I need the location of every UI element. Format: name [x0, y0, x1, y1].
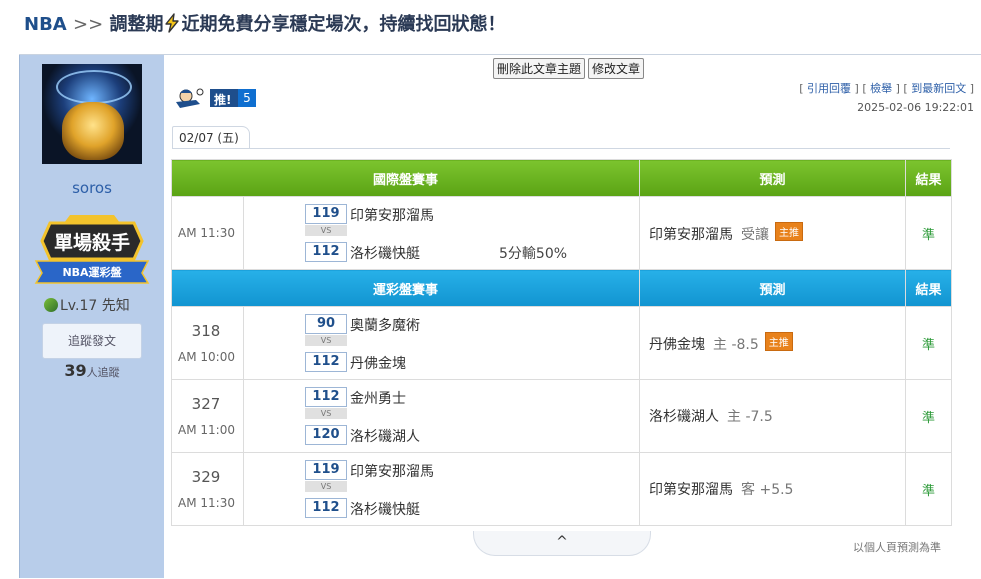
score-home: 112: [305, 498, 347, 518]
team-home: 洛杉磯快艇: [350, 246, 420, 262]
pick-team: 印第安那溜馬: [649, 227, 734, 243]
result: 準: [905, 306, 953, 380]
user-level: Lv.17 先知: [44, 295, 130, 315]
score-home: 112: [305, 242, 347, 262]
team-away: 印第安那溜馬: [350, 208, 434, 224]
table-row: AM 11:30 119 VS 112 印第安那溜馬 洛杉磯快艇 5分輸50% …: [171, 196, 953, 270]
followers-count: 39人追蹤: [64, 361, 120, 380]
score-away: 119: [305, 204, 347, 224]
author-sidebar: soros 單場殺手 NBA運彩盤 Lv.17 先知 追蹤發文 39人追蹤: [19, 55, 164, 578]
rank-badge: 單場殺手 NBA運彩盤: [34, 215, 150, 284]
push-widget[interactable]: 推! 5: [174, 86, 260, 112]
avatar[interactable]: [42, 64, 142, 164]
intl-header-result: 結果: [905, 159, 953, 197]
result: 準: [905, 452, 953, 526]
team-away: 金州勇士: [350, 391, 406, 407]
lightning-icon: [165, 13, 180, 33]
sport-header-pred: 預測: [639, 269, 907, 307]
sport-header-event: 運彩盤賽事: [170, 269, 641, 307]
score-home: 112: [305, 352, 347, 372]
score-away: 90: [305, 314, 347, 334]
tab-date[interactable]: 02/07 (五): [172, 126, 250, 149]
table-row: 329 AM 11:30 119 VS 112 印第安那溜馬 洛杉磯快艇 印第安那…: [171, 452, 953, 526]
sport-header-row: 運彩盤賽事 預測 結果: [170, 269, 953, 307]
pick-team: 印第安那溜馬: [649, 482, 734, 498]
title-text-pre: 調整期: [109, 14, 164, 35]
table-row: 318 AM 10:00 90 VS 112 奧蘭多魔術 丹佛金塊 丹佛金塊主 -…: [171, 306, 953, 380]
result: 準: [905, 379, 953, 453]
post-links: [ 引用回覆 ] [ 檢舉 ] [ 到最新回文 ]: [799, 82, 974, 95]
chevron-up-icon: ^: [556, 534, 568, 550]
title-text-post: 近期免費分享穩定場次，持續找回狀態！: [181, 14, 506, 35]
pick-team: 丹佛金塊: [649, 337, 706, 353]
team-away: 印第安那溜馬: [350, 464, 434, 480]
push-count: 5: [238, 89, 256, 107]
post-actions: 刪除此文章主題 修改文章: [493, 58, 647, 79]
ball-icon: [44, 298, 58, 312]
post-datetime: 2025-02-06 19:22:01: [857, 101, 974, 114]
league-link[interactable]: NBA: [24, 14, 67, 35]
team-home: 洛杉磯快艇: [350, 502, 420, 518]
main-pick-badge: 主推: [764, 332, 793, 351]
collapse-button[interactable]: ^: [473, 531, 651, 556]
report-link[interactable]: 檢舉: [870, 82, 892, 95]
delete-topic-button[interactable]: 刪除此文章主題: [493, 58, 586, 79]
mascot-icon: [176, 88, 204, 108]
badge-main-text: 單場殺手: [54, 231, 130, 254]
score-away: 119: [305, 460, 347, 480]
quote-link[interactable]: 引用回覆: [807, 82, 851, 95]
push-label: 推!: [214, 93, 232, 107]
result: 準: [905, 196, 953, 270]
score-away: 112: [305, 387, 347, 407]
predictions-table: 國際盤賽事 預測 結果 AM 11:30 119 VS 112 印第安那溜馬 洛…: [170, 159, 953, 526]
team-away: 奧蘭多魔術: [350, 318, 420, 334]
score-home: 120: [305, 425, 347, 445]
username[interactable]: soros: [20, 179, 164, 197]
pick-team: 洛杉磯湖人: [649, 409, 720, 425]
intl-header-pred: 預測: [639, 159, 907, 197]
handicap-note: 5分輸50%: [499, 246, 568, 262]
footnote: 以個人頁預測為準: [853, 541, 941, 554]
sport-header-result: 結果: [905, 269, 953, 307]
intl-header-row: 國際盤賽事 預測 結果: [170, 159, 953, 197]
team-home: 丹佛金塊: [350, 356, 406, 372]
badge-sub-text: NBA運彩盤: [62, 265, 122, 279]
table-row: 327 AM 11:00 112 VS 120 金州勇士 洛杉磯湖人 洛杉磯湖人主…: [171, 379, 953, 453]
latest-reply-link[interactable]: 到最新回文: [911, 82, 966, 95]
main-pick-badge: 主推: [775, 222, 804, 241]
page-title: NBA >> 調整期 近期免費分享穩定場次，持續找回狀態！: [24, 13, 506, 35]
team-home: 洛杉磯湖人: [350, 429, 420, 445]
intl-header-event: 國際盤賽事: [170, 159, 641, 197]
follow-button[interactable]: 追蹤發文: [42, 323, 142, 359]
edit-post-button[interactable]: 修改文章: [588, 58, 645, 79]
